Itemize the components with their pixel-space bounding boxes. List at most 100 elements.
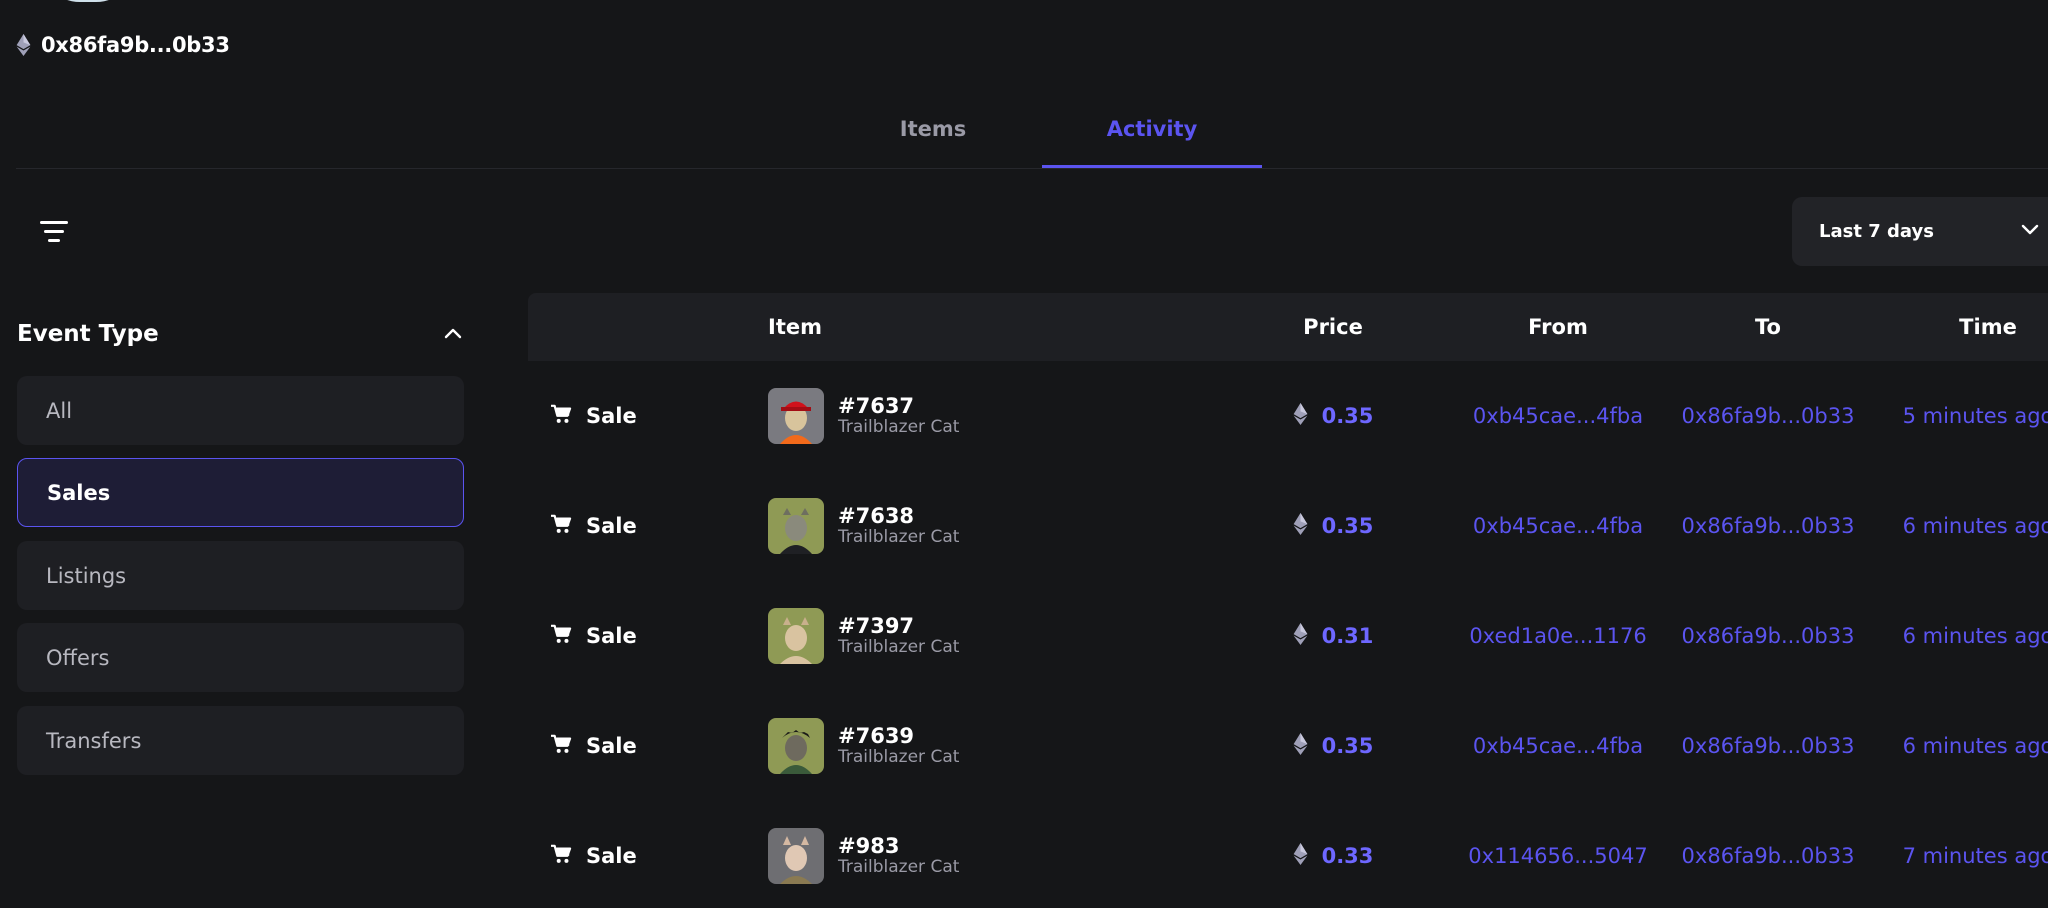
time-cell[interactable]: 6 minutes ago xyxy=(1873,471,2048,581)
cart-icon xyxy=(550,624,572,649)
item-id: #7638 xyxy=(838,504,915,529)
item-id: #7639 xyxy=(838,724,915,749)
to-address-link[interactable]: 0x86fa9b...0b33 xyxy=(1682,514,1855,538)
time-cell[interactable]: 7 minutes ago xyxy=(1873,801,2048,908)
cart-icon xyxy=(550,844,572,869)
to-cell: 0x86fa9b...0b33 xyxy=(1682,691,1855,801)
ethereum-icon xyxy=(1293,513,1308,539)
time-range-dropdown[interactable]: Last 7 days xyxy=(1792,197,2048,266)
filter-toggle-button[interactable] xyxy=(38,218,70,246)
column-header-item: Item xyxy=(768,315,822,339)
event-cell: Sale xyxy=(550,581,637,691)
event-cell: Sale xyxy=(550,691,637,801)
from-address-link[interactable]: 0xb45cae...4fba xyxy=(1473,404,1643,428)
event-filter-transfers[interactable]: Transfers xyxy=(17,706,464,775)
tab-bar: Items Activity xyxy=(0,90,2048,170)
to-address-link[interactable]: 0x86fa9b...0b33 xyxy=(1682,404,1855,428)
from-address-link[interactable]: 0xb45cae...4fba xyxy=(1473,514,1643,538)
time-cell[interactable]: 6 minutes ago xyxy=(1873,691,2048,801)
ethereum-icon xyxy=(1293,843,1308,869)
from-address-link[interactable]: 0x114656...5047 xyxy=(1468,844,1647,868)
tab-activity[interactable]: Activity xyxy=(1042,90,1262,168)
item-id: #983 xyxy=(838,834,900,859)
time-link[interactable]: 5 minutes ago xyxy=(1903,404,2048,428)
profile-address[interactable]: 0x86fa9b...0b33 xyxy=(41,33,230,57)
event-cell: Sale xyxy=(550,801,637,908)
event-cell: Sale xyxy=(550,471,637,581)
cart-icon xyxy=(550,404,572,429)
item-cell[interactable]: #7638 Trailblazer Cat xyxy=(768,471,959,581)
item-collection: Trailblazer Cat xyxy=(838,857,960,878)
item-cell[interactable]: #7397 Trailblazer Cat xyxy=(768,581,959,691)
from-cell: 0xb45cae...4fba xyxy=(1468,361,1648,471)
table-row[interactable]: Sale #7397 Trailblazer Cat 0.31 0xed1a0e… xyxy=(528,581,2048,691)
nft-thumbnail xyxy=(768,828,824,884)
to-cell: 0x86fa9b...0b33 xyxy=(1682,471,1855,581)
ethereum-icon xyxy=(1293,403,1308,429)
table-row[interactable]: Sale #7639 Trailblazer Cat 0.35 0xb45cae… xyxy=(528,691,2048,801)
time-link[interactable]: 6 minutes ago xyxy=(1903,514,2048,538)
price-value: 0.31 xyxy=(1321,624,1374,648)
column-header-price: Price xyxy=(1303,315,1363,339)
event-label: Sale xyxy=(586,514,637,538)
event-label: Sale xyxy=(586,624,637,648)
tabs-divider xyxy=(16,168,2048,169)
profile-avatar xyxy=(38,0,138,2)
price-value: 0.35 xyxy=(1321,734,1374,758)
event-label: Sale xyxy=(586,844,637,868)
item-id: #7397 xyxy=(838,614,915,639)
from-address-link[interactable]: 0xb45cae...4fba xyxy=(1473,734,1643,758)
table-row[interactable]: Sale #983 Trailblazer Cat 0.33 0x114656.… xyxy=(528,801,2048,908)
activity-table: Item Price From To Time Sale #7637 Trail… xyxy=(528,293,2048,908)
item-cell[interactable]: #983 Trailblazer Cat xyxy=(768,801,959,908)
event-filter-offers[interactable]: Offers xyxy=(17,623,464,692)
cart-icon xyxy=(550,734,572,759)
price-value: 0.35 xyxy=(1321,514,1374,538)
from-cell: 0x114656...5047 xyxy=(1468,801,1648,908)
item-collection: Trailblazer Cat xyxy=(838,527,960,548)
column-header-time: Time xyxy=(1959,315,2017,339)
column-header-from: From xyxy=(1528,315,1588,339)
price-cell: 0.35 xyxy=(1258,361,1408,471)
price-cell: 0.31 xyxy=(1258,581,1408,691)
event-label: Sale xyxy=(586,734,637,758)
item-cell[interactable]: #7637 Trailblazer Cat xyxy=(768,361,959,471)
time-link[interactable]: 6 minutes ago xyxy=(1903,624,2048,648)
price-value: 0.35 xyxy=(1321,404,1374,428)
ethereum-icon xyxy=(1293,733,1308,759)
table-row[interactable]: Sale #7637 Trailblazer Cat 0.35 0xb45cae… xyxy=(528,361,2048,471)
to-address-link[interactable]: 0x86fa9b...0b33 xyxy=(1682,844,1855,868)
nft-thumbnail xyxy=(768,498,824,554)
to-cell: 0x86fa9b...0b33 xyxy=(1682,361,1855,471)
event-type-title: Event Type xyxy=(17,321,159,347)
item-cell[interactable]: #7639 Trailblazer Cat xyxy=(768,691,959,801)
item-collection: Trailblazer Cat xyxy=(838,417,960,438)
tab-items[interactable]: Items xyxy=(870,90,996,168)
chevron-up-icon[interactable] xyxy=(443,325,463,344)
from-cell: 0xb45cae...4fba xyxy=(1468,471,1648,581)
event-cell: Sale xyxy=(550,361,637,471)
to-address-link[interactable]: 0x86fa9b...0b33 xyxy=(1682,624,1855,648)
time-cell[interactable]: 6 minutes ago xyxy=(1873,581,2048,691)
from-cell: 0xb45cae...4fba xyxy=(1468,691,1648,801)
time-cell[interactable]: 5 minutes ago xyxy=(1873,361,2048,471)
table-header: Item Price From To Time xyxy=(528,293,2048,361)
nft-thumbnail xyxy=(768,608,824,664)
table-row[interactable]: Sale #7638 Trailblazer Cat 0.35 0xb45cae… xyxy=(528,471,2048,581)
from-cell: 0xed1a0e...1176 xyxy=(1468,581,1648,691)
nft-thumbnail xyxy=(768,718,824,774)
time-link[interactable]: 7 minutes ago xyxy=(1903,844,2048,868)
to-cell: 0x86fa9b...0b33 xyxy=(1682,801,1855,908)
filter-lines-icon xyxy=(40,221,68,242)
from-address-link[interactable]: 0xed1a0e...1176 xyxy=(1469,624,1646,648)
event-filter-all[interactable]: All xyxy=(17,376,464,445)
ethereum-icon xyxy=(1293,623,1308,649)
event-filter-sales[interactable]: Sales xyxy=(17,458,464,527)
time-range-value: Last 7 days xyxy=(1819,221,1934,242)
to-address-link[interactable]: 0x86fa9b...0b33 xyxy=(1682,734,1855,758)
event-filter-listings[interactable]: Listings xyxy=(17,541,464,610)
chevron-down-icon xyxy=(2020,219,2040,245)
ethereum-icon xyxy=(16,34,31,56)
time-link[interactable]: 6 minutes ago xyxy=(1903,734,2048,758)
item-id: #7637 xyxy=(838,394,915,419)
